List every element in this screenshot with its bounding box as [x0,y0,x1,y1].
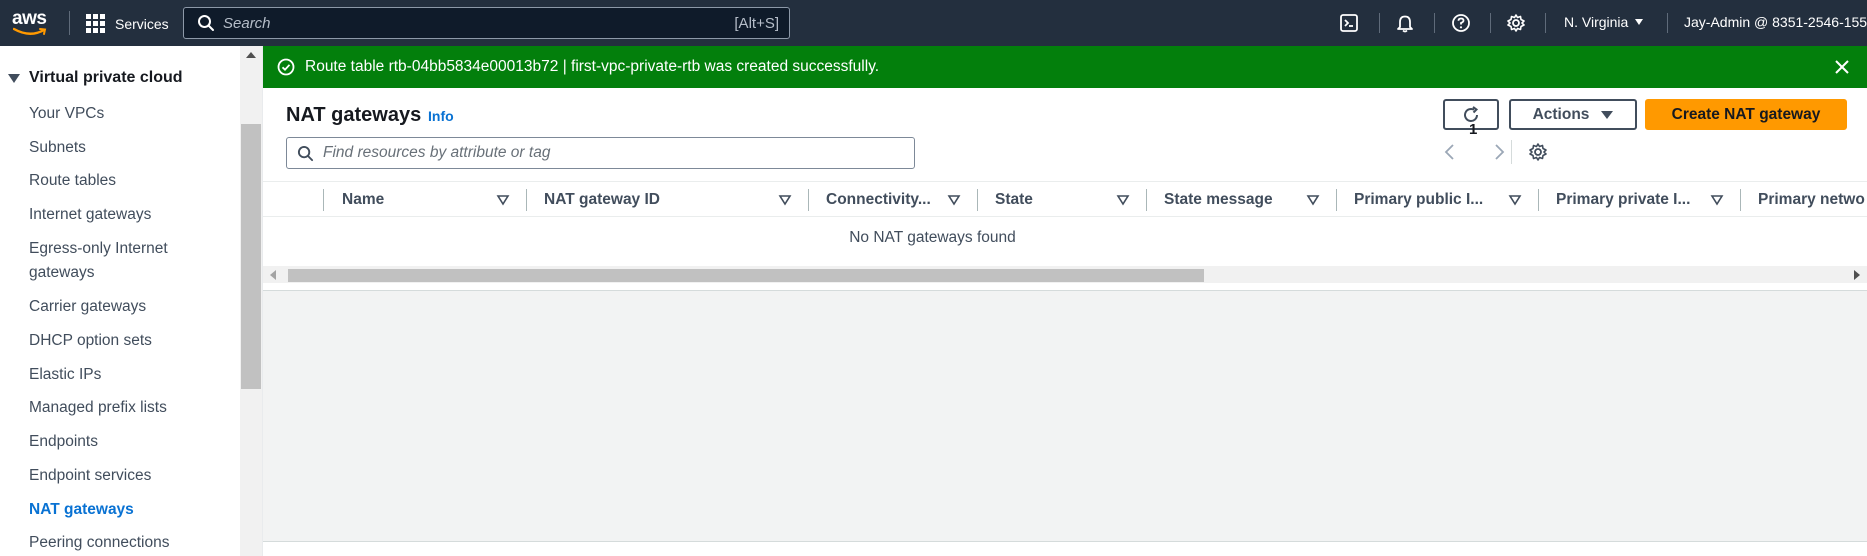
notifications-bell-icon[interactable] [1395,13,1415,33]
column-header-primary-private-ip[interactable]: Primary private I... [1556,182,1704,218]
info-link[interactable]: Info [428,108,454,124]
page-title: NAT gateways [286,104,422,126]
services-menu-button[interactable]: Services [86,14,169,33]
main-content: NAT gateways Info Actions Create NAT gat… [263,88,1867,556]
sidebar-scrollbar[interactable] [240,46,262,556]
column-header-state[interactable]: State [995,182,1115,218]
success-flash-banner: Route table rtb-04bb5834e00013b72 | firs… [263,46,1867,88]
caret-down-icon [1601,110,1614,119]
filter-placeholder: Find resources by attribute or tag [323,144,551,161]
column-header-primary-public-ip[interactable]: Primary public I... [1354,182,1494,218]
sidebar-item-internet-gateways[interactable]: Internet gateways [29,203,151,227]
column-separator [1336,189,1337,211]
empty-state-message: No NAT gateways found [849,229,1016,246]
sidebar-item-dhcp-option-sets[interactable]: DHCP option sets [29,329,152,353]
sidebar-section-label: Virtual private cloud [29,69,183,86]
horizontal-scrollbar-thumb[interactable] [288,269,1204,282]
sidebar-section-vpc[interactable]: Virtual private cloud [8,69,183,87]
pager-divider [1511,140,1512,164]
sidebar-item-your-vpcs[interactable]: Your VPCs [29,102,104,126]
sidebar-item-egress-only-internet-gateways[interactable]: Egress-only Internet [29,237,168,261]
aws-smile-icon [13,27,47,35]
search-icon [297,145,314,161]
sidebar-navigation: Virtual private cloud Your VPCs Subnets … [0,46,263,556]
sidebar-item-endpoint-services[interactable]: Endpoint services [29,464,151,488]
region-selector[interactable]: N. Virginia [1564,14,1644,30]
sort-icon[interactable] [1710,194,1724,206]
column-separator [808,189,809,211]
column-separator [977,189,978,211]
column-separator [323,189,324,211]
nav-separator [1434,13,1435,33]
next-page-icon[interactable] [1489,142,1509,162]
table-horizontal-scrollbar[interactable] [263,266,1867,283]
sort-icon[interactable] [1306,194,1320,206]
scroll-right-arrow-icon[interactable] [1854,270,1860,280]
nav-divider [69,11,70,35]
scroll-left-arrow-icon[interactable] [270,270,276,280]
sidebar-item-egress-only-internet-gateways-line2[interactable]: gateways [29,261,94,285]
column-header-nat-gateway-id[interactable]: NAT gateway ID [544,182,734,218]
flash-message: Route table rtb-04bb5834e00013b72 | firs… [305,58,880,75]
column-header-connectivity[interactable]: Connectivity... [826,182,946,218]
previous-page-icon[interactable] [1440,142,1460,162]
aws-logo[interactable]: aws [12,9,50,37]
search-icon [198,15,214,31]
column-separator [1740,189,1741,211]
global-search-input[interactable]: Search [Alt+S] [183,7,790,39]
sidebar-item-route-tables[interactable]: Route tables [29,169,116,193]
table-preferences-gear-icon[interactable] [1528,142,1548,162]
column-header-primary-network[interactable]: Primary netwo [1758,182,1867,218]
table-header: Name NAT gateway ID Connectivity... Stat… [263,181,1867,217]
sort-icon[interactable] [947,194,961,206]
sort-icon[interactable] [778,194,792,206]
column-separator [526,189,527,211]
search-shortcut-hint: [Alt+S] [734,14,779,32]
sidebar-item-carrier-gateways[interactable]: Carrier gateways [29,295,146,319]
column-header-name[interactable]: Name [342,182,472,218]
services-label: Services [115,15,169,32]
sort-icon[interactable] [496,194,510,206]
page-number[interactable]: 1 [1469,121,1477,138]
sidebar-item-managed-prefix-lists[interactable]: Managed prefix lists [29,396,167,420]
account-menu[interactable]: Jay-Admin @ 8351-2546-155 [1684,14,1867,30]
column-header-state-message[interactable]: State message [1164,182,1314,218]
sidebar-item-elastic-ips[interactable]: Elastic IPs [29,363,101,387]
nav-separator [1667,13,1668,33]
close-icon[interactable] [1833,58,1851,76]
services-grid-icon [86,14,105,33]
search-placeholder: Search [223,14,271,32]
column-separator [1538,189,1539,211]
nat-gateways-table-panel: NAT gateways Info Actions Create NAT gat… [263,88,1867,291]
sidebar-item-peering-connections[interactable]: Peering connections [29,531,169,555]
sort-icon[interactable] [1508,194,1522,206]
nav-separator [1379,13,1380,33]
scroll-up-arrow-icon[interactable] [246,52,256,58]
region-label: N. Virginia [1564,14,1629,30]
nav-separator [1490,13,1491,33]
nav-separator [1545,13,1546,33]
caret-down-icon [8,73,20,83]
actions-label: Actions [1532,105,1590,123]
split-panel-bar [263,541,1867,556]
chevron-down-icon [1635,19,1644,25]
success-check-icon [277,58,295,76]
sidebar-item-nat-gateways[interactable]: NAT gateways [29,498,134,522]
filter-input[interactable]: Find resources by attribute or tag [286,137,915,169]
create-nat-gateway-button[interactable]: Create NAT gateway [1645,99,1847,130]
help-icon[interactable] [1451,13,1471,33]
settings-gear-icon[interactable] [1506,13,1526,33]
actions-dropdown-button[interactable]: Actions [1509,99,1637,130]
sidebar-item-endpoints[interactable]: Endpoints [29,430,98,454]
aws-logo-text: aws [12,8,47,29]
column-separator [1146,189,1147,211]
cloudshell-icon[interactable] [1339,13,1359,33]
top-navigation: aws Services Search [Alt+S] N. Virginia … [0,0,1867,46]
sidebar-scrollbar-thumb[interactable] [241,124,261,389]
sidebar-item-subnets[interactable]: Subnets [29,136,86,160]
sort-icon[interactable] [1116,194,1130,206]
